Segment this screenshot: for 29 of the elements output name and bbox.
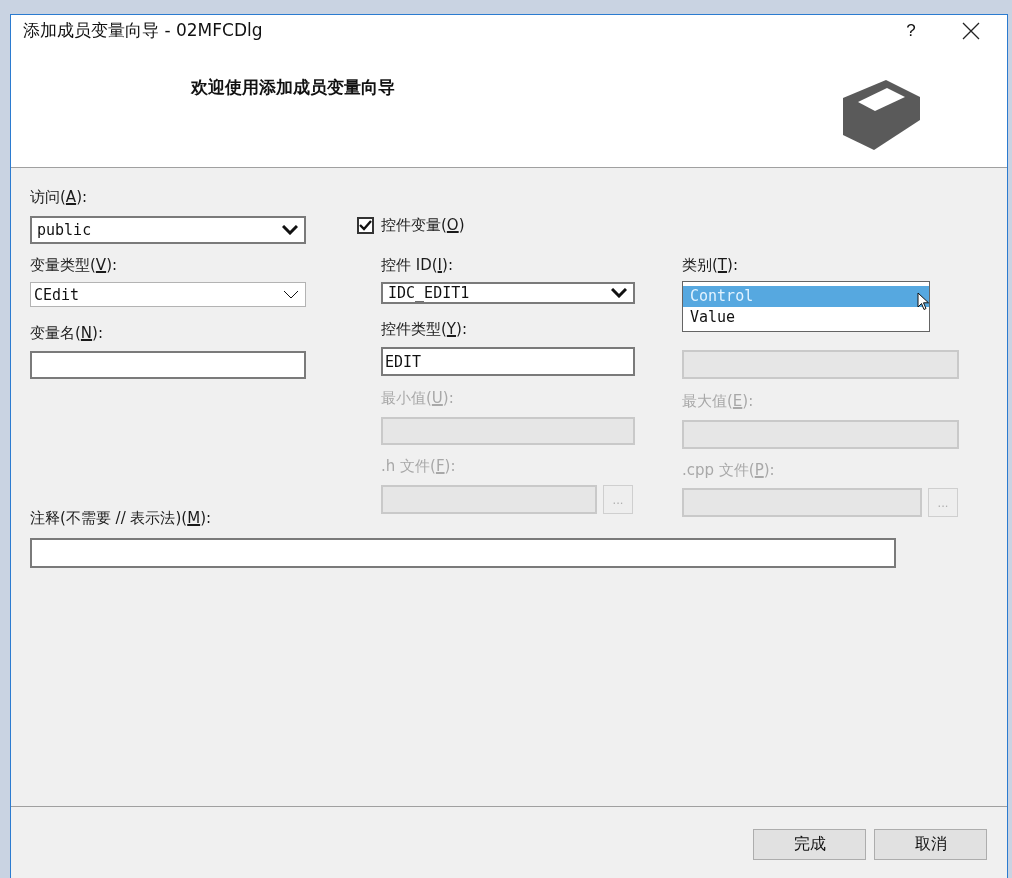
input-field[interactable]: EDIT xyxy=(381,347,635,376)
field-label: 访问(A): xyxy=(30,187,88,207)
dropdown-field[interactable]: CEdit xyxy=(30,282,306,307)
field-label: .h 文件(F): xyxy=(381,456,456,476)
field-label: 控件类型(Y): xyxy=(381,319,467,339)
field-label: 注释(不需要 // 表示法)(M): xyxy=(30,509,212,527)
checkbox[interactable] xyxy=(357,216,374,234)
chevron-icon xyxy=(283,289,299,300)
control-variable-checkbox[interactable]: 控件变量(O) xyxy=(357,215,635,235)
dialog-button[interactable]: 取消 xyxy=(874,829,987,860)
field-label: 控件 ID(I): xyxy=(381,255,453,275)
help-button[interactable]: ? xyxy=(891,16,931,45)
chevron-icon xyxy=(611,288,627,298)
field-label: 变量类型(V): xyxy=(30,255,118,275)
field-label: 类别(T): xyxy=(682,255,738,275)
input-field[interactable] xyxy=(30,538,896,568)
field-label: 最大值(E): xyxy=(682,391,754,411)
dropdown-field[interactable]: IDC_EDIT1 xyxy=(381,282,635,304)
chevron-icon xyxy=(282,225,298,235)
window-title: 添加成员变量向导 - 02MFCDlg xyxy=(23,19,264,42)
dropdown-field[interactable]: public xyxy=(30,216,306,244)
wizard-heading: 欢迎使用添加成员变量向导 xyxy=(191,76,395,98)
field-label: 最小值(U): xyxy=(381,388,454,408)
field-label: .cpp 文件(P): xyxy=(682,460,775,480)
checkbox-label: 控件变量(O) xyxy=(381,215,465,235)
field-label: 变量名(N): xyxy=(30,323,103,343)
box-icon xyxy=(843,80,921,152)
input-field[interactable] xyxy=(30,351,306,379)
dialog-button[interactable]: 完成 xyxy=(753,829,866,860)
